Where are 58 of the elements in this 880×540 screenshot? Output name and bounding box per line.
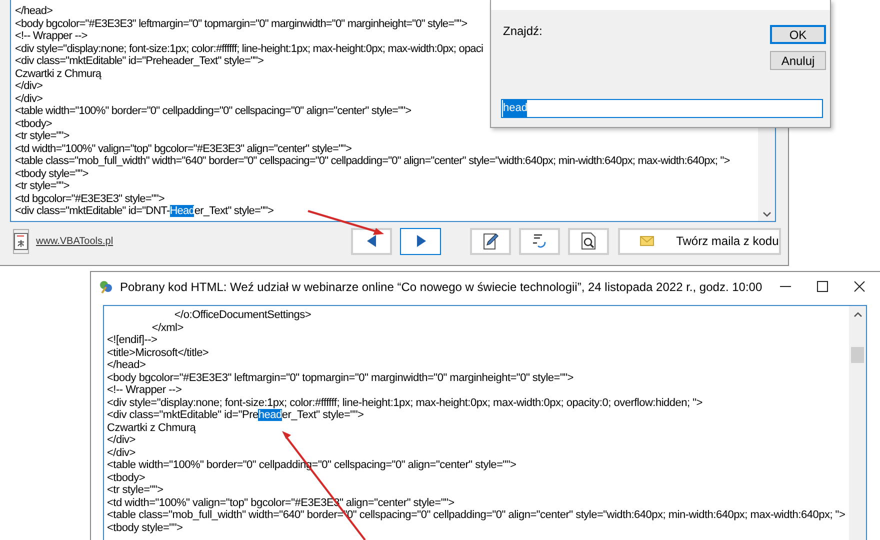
code-line: <div class="mktEditable" id="Preheader_Text" style=""> [15, 55, 264, 68]
code-line: <body bgcolor="#E3E3E3" leftmargin="0" topmargin="0" marginwidth="0" marginheight="0" style=""> [15, 18, 468, 30]
chevron-up-icon[interactable] [854, 312, 862, 317]
left-triangle-icon [366, 235, 377, 247]
code-line: </div> [107, 446, 136, 459]
code-line: <td width="100%" valign="top" bgcolor="#E3E3E3" align="center" style=""> [15, 142, 352, 155]
next-button[interactable] [400, 228, 442, 254]
website-link[interactable]: www.VBATools.pl [36, 234, 114, 248]
scrollbar[interactable] [849, 306, 866, 540]
code-line: <tbody> [15, 118, 52, 130]
code-line: <td bgcolor="#E3E3E3" style=""> [15, 192, 164, 205]
code-line: </o:OfficeDocumentSettings> [173, 309, 312, 322]
code-line: <!-- Wrapper --> [15, 30, 88, 42]
code-line: <table class="mob_full_width" width="640" border="0" cellspacing="0" cellpadding="0" align="center" style="width:640px; min-width:640px; max-width:640px; "> [15, 155, 730, 168]
code-line: </div> [15, 92, 43, 105]
code-line: <tr style=""> [107, 484, 164, 496]
code-line: <table width="100%" border="0" cellpadding="0" cellspacing="0" align="center" style=""> [15, 105, 412, 118]
find-label: Znajdź: [503, 23, 542, 40]
document-pencil-icon [482, 232, 499, 250]
code-line: <body bgcolor="#E3E3E3" leftmargin="0" topmargin="0" marginwidth="0" marginheight="0" style=""> [107, 372, 574, 384]
envelope-icon [640, 236, 654, 246]
preview-button[interactable] [568, 228, 610, 254]
code-line: </xml> [150, 322, 184, 334]
code-line: Czwartki z Chmurą [15, 68, 102, 80]
close-icon[interactable] [854, 281, 865, 292]
code-line: <div class="mktEditable" id="DNT-Header_Text" style=""> [15, 205, 274, 218]
code-line: <tbody style=""> [15, 168, 88, 180]
code-line: <div style="display:none; font-size:1px; color:#ffffff; line-height:1px; max-height:0px; max-width:0px; opacity:0; overflow:hidden; "> [107, 396, 702, 409]
document-character-icon [14, 232, 28, 250]
code-line: <![endif]--> [107, 334, 158, 346]
edit-button[interactable] [470, 228, 512, 254]
window-title: Pobrany kod HTML: Weź udział w webinarze online “Co nowego w świecie technologii”, 24 listopada 2022 r., godz. 10:00 [120, 278, 762, 296]
code-line: </div> [107, 434, 136, 446]
language-button[interactable] [13, 228, 29, 254]
ok-button[interactable]: OK [770, 25, 826, 44]
code-line: <tbody style=""> [107, 522, 183, 534]
code-line: <tr style=""> [15, 180, 70, 192]
code-line: <tbody> [107, 472, 146, 484]
cancel-button[interactable]: Anuluj [770, 51, 826, 70]
code-line: <!-- Wrapper --> [107, 384, 182, 396]
code-line: <tr style=""> [15, 130, 70, 142]
code-line: </head> [15, 5, 53, 18]
code-line: <div style="display:none; font-size:1px; color:#ffffff; line-height:1px; max-height:0px; max-width:0px; opaci [15, 42, 484, 55]
code-line: <title>Microsoft</title> [107, 346, 209, 359]
replace-button[interactable] [519, 228, 560, 254]
document-magnifier-icon [580, 232, 597, 250]
find-input[interactable]: head [501, 99, 823, 118]
code-line: Czwartki z Chmurą [107, 422, 196, 434]
previous-button[interactable] [351, 228, 392, 254]
app-icon [99, 280, 113, 294]
chevron-down-icon[interactable] [762, 212, 770, 217]
right-triangle-icon [416, 235, 426, 247]
code-line: </head> [107, 359, 146, 372]
create-mail-button[interactable]: Twórz maila z kodu [618, 228, 781, 254]
code-line: <div class="mktEditable" id="Preheader_Text" style=""> [107, 409, 364, 422]
maximize-icon[interactable] [817, 281, 828, 292]
code-line: </div> [15, 80, 43, 92]
scrollbar-thumb[interactable] [851, 347, 864, 363]
